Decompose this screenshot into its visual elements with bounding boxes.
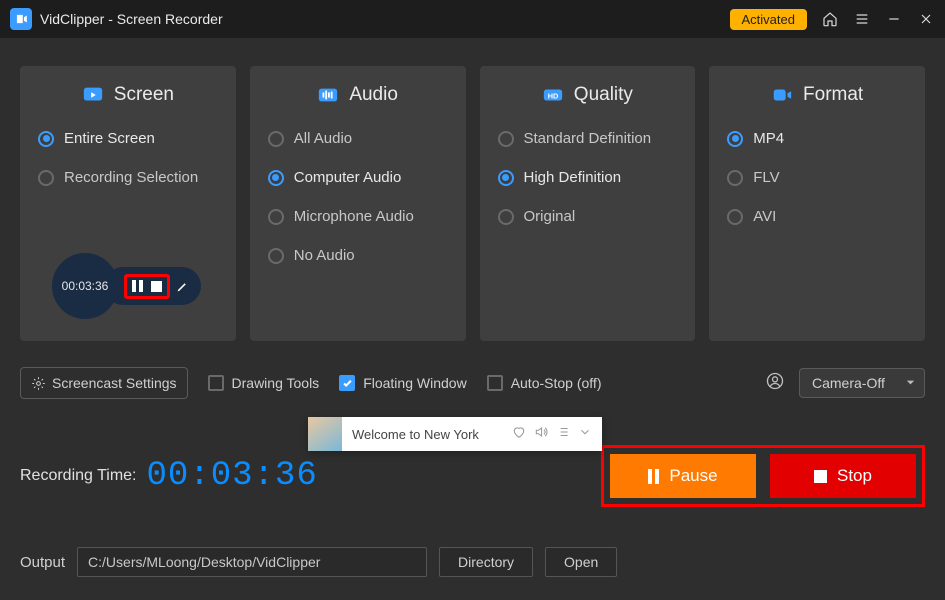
options-panel: Screen Entire Screen Recording Selection… [0, 38, 945, 351]
music-track-title: Welcome to New York [342, 427, 512, 442]
home-icon[interactable] [821, 10, 839, 28]
menu-icon[interactable] [853, 10, 871, 28]
title-bar: VidClipper - Screen Recorder Activated [0, 0, 945, 38]
auto-stop-checkbox[interactable]: Auto-Stop (off) [487, 375, 602, 391]
minimize-icon[interactable] [885, 10, 903, 28]
pause-icon [648, 469, 659, 484]
stop-button[interactable]: Stop [770, 454, 916, 498]
audio-card-title: Audio [349, 84, 398, 106]
camera-icon [765, 371, 785, 396]
app-title: VidClipper - Screen Recorder [40, 11, 730, 27]
screen-option-selection[interactable]: Recording Selection [38, 169, 220, 186]
output-row: Output Directory Open [0, 507, 945, 591]
format-card: Format MP4 FLV AVI [709, 66, 925, 341]
screen-card-title: Screen [114, 84, 174, 106]
float-pause-icon[interactable] [131, 280, 144, 293]
screen-icon [82, 84, 104, 106]
screencast-settings-button[interactable]: Screencast Settings [20, 367, 188, 399]
close-icon[interactable] [917, 10, 935, 28]
pause-stop-highlight: Pause Stop [601, 445, 925, 507]
audio-option-computer[interactable]: Computer Audio [268, 169, 450, 186]
audio-icon [317, 84, 339, 106]
list-icon[interactable] [556, 425, 570, 444]
activated-button[interactable]: Activated [730, 9, 807, 30]
pause-button[interactable]: Pause [610, 454, 756, 498]
heart-icon[interactable] [512, 425, 526, 444]
floating-recorder-widget[interactable]: 00:03:36 [52, 253, 201, 319]
format-option-avi[interactable]: AVI [727, 208, 909, 225]
chevron-down-icon [905, 375, 916, 391]
volume-icon[interactable] [534, 425, 548, 444]
recording-time-label: Recording Time: [20, 467, 137, 485]
camera-select[interactable]: Camera-Off [799, 368, 925, 398]
settings-row: Screencast Settings Drawing Tools Floati… [0, 351, 945, 409]
format-icon [771, 84, 793, 106]
quality-option-hd[interactable]: High Definition [498, 169, 680, 186]
music-popup[interactable]: Welcome to New York [308, 417, 602, 451]
audio-option-all[interactable]: All Audio [268, 130, 450, 147]
directory-button[interactable]: Directory [439, 547, 533, 577]
quality-card-title: Quality [574, 84, 633, 106]
float-pen-icon[interactable] [176, 280, 189, 293]
format-card-title: Format [803, 84, 863, 106]
float-pause-stop-highlight [124, 274, 170, 299]
float-timer: 00:03:36 [52, 253, 118, 319]
chevron-down-icon[interactable] [578, 425, 592, 444]
quality-option-sd[interactable]: Standard Definition [498, 130, 680, 147]
stop-icon [814, 470, 827, 483]
format-option-flv[interactable]: FLV [727, 169, 909, 186]
floating-window-checkbox[interactable]: Floating Window [339, 375, 467, 391]
output-path-input[interactable] [77, 547, 427, 577]
svg-text:HD: HD [548, 92, 559, 101]
quality-card: HD Quality Standard Definition High Defi… [480, 66, 696, 341]
format-option-mp4[interactable]: MP4 [727, 130, 909, 147]
screen-option-entire[interactable]: Entire Screen [38, 130, 220, 147]
float-stop-icon[interactable] [150, 280, 163, 293]
audio-option-none[interactable]: No Audio [268, 247, 450, 264]
app-logo-icon [10, 8, 32, 30]
output-label: Output [20, 554, 65, 571]
drawing-tools-checkbox[interactable]: Drawing Tools [208, 375, 320, 391]
open-button[interactable]: Open [545, 547, 617, 577]
screen-card: Screen Entire Screen Recording Selection… [20, 66, 236, 341]
audio-card: Audio All Audio Computer Audio Microphon… [250, 66, 466, 341]
quality-icon: HD [542, 84, 564, 106]
quality-option-original[interactable]: Original [498, 208, 680, 225]
audio-option-microphone[interactable]: Microphone Audio [268, 208, 450, 225]
recording-time-value: 00:03:36 [147, 457, 318, 495]
music-album-art [308, 417, 342, 451]
